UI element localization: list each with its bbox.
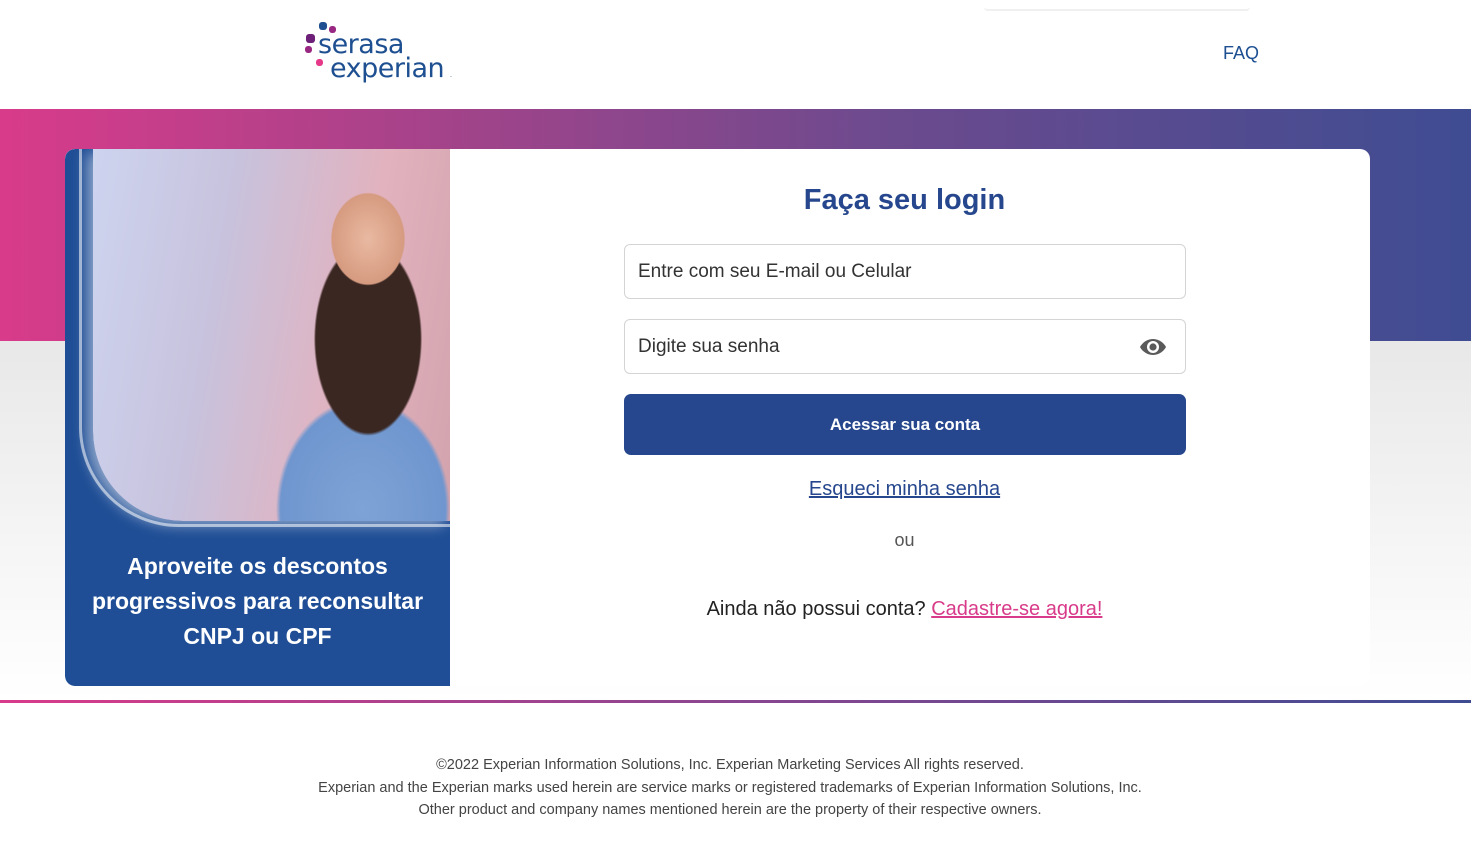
email-field[interactable] <box>624 244 1186 299</box>
promo-panel: Aproveite os descontos progressivos para… <box>65 149 450 686</box>
logo-dot <box>316 59 323 66</box>
logo-dot <box>305 46 312 53</box>
logo-trademark: . <box>450 72 452 79</box>
footer-property: Other product and company names mentione… <box>418 802 1042 818</box>
footer-copyright: ©2022 Experian Information Solutions, In… <box>436 757 1024 773</box>
signup-link[interactable]: Cadastre-se agora! <box>931 598 1102 620</box>
faq-link[interactable]: FAQ <box>1223 43 1259 64</box>
forgot-password-link[interactable]: Esqueci minha senha <box>450 478 1359 501</box>
promo-text: Aproveite os descontos progressivos para… <box>91 553 424 649</box>
photo-frame-edge <box>79 149 450 527</box>
footer-trademark: Experian and the Experian marks used her… <box>318 779 1142 796</box>
top-strip <box>984 0 1250 11</box>
page: serasa experian . FAQ Aproveite os desco… <box>0 0 1471 867</box>
password-input[interactable] <box>625 320 1105 373</box>
footer-divider <box>0 700 1471 703</box>
login-title: Faça seu login <box>803 184 1006 216</box>
footer: ©2022 Experian Information Solutions, In… <box>0 754 1460 822</box>
logo-text-experian: experian <box>330 53 445 84</box>
login-form: Faça seu login Acessar sua conta Esqueci… <box>450 149 1370 686</box>
login-button[interactable]: Acessar sua conta <box>624 394 1186 455</box>
eye-icon[interactable] <box>1139 336 1167 358</box>
login-card: Aproveite os descontos progressivos para… <box>65 149 1370 686</box>
logo-dot <box>306 34 315 43</box>
or-separator: ou <box>894 530 915 550</box>
no-account-text: Ainda não possui conta? <box>706 598 932 620</box>
signup-prompt: Ainda não possui conta? Cadastre-se agor… <box>450 598 1359 621</box>
password-field[interactable] <box>624 319 1186 374</box>
serasa-experian-logo[interactable]: serasa experian . <box>304 22 464 86</box>
email-input[interactable] <box>625 245 1105 298</box>
header: serasa experian . FAQ <box>0 0 1471 109</box>
